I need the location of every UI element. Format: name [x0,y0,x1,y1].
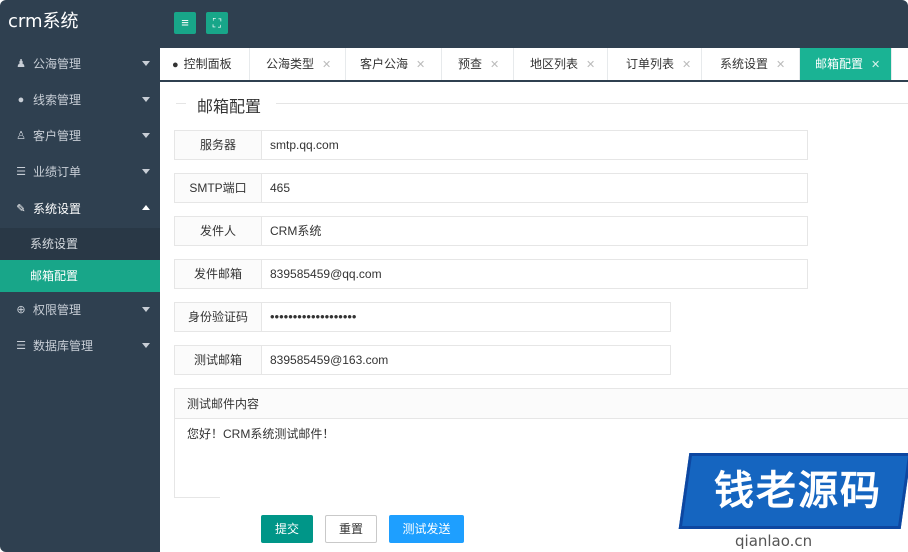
sidebar-item-label: 权限管理 [33,303,82,317]
close-icon[interactable]: ✕ [586,59,595,71]
form-row-sender-email: 发件邮箱 839585459@qq.com [174,259,808,289]
test-content-textarea[interactable]: 您好！CRM系统测试邮件！ [187,425,334,442]
tab-dashboard[interactable]: ● 控制面板 [160,48,250,80]
tab-sea-types[interactable]: 公海类型 ✕ [250,48,346,80]
form-row-server: 服务器 smtp.qq.com [174,130,808,160]
sidebar-item-label: 系统设置 [33,202,82,216]
smtp-port-input[interactable]: 465 [270,174,290,202]
menu-toggle-button[interactable]: ≡ [174,12,196,34]
divider [174,497,220,498]
field-label: 测试邮件内容 [175,389,908,419]
field-label: 测试邮箱 [175,346,262,374]
chevron-down-icon [142,343,150,348]
close-icon[interactable]: ✕ [682,59,691,71]
tab-customer-sea[interactable]: 客户公海 ✕ [346,48,442,80]
watermark-url: qianlao.cn [735,532,813,550]
sidebar-item-label: 公海管理 [33,57,82,71]
tab-label: 预查 [458,57,483,71]
sidebar-item-permissions[interactable]: ⊕ 权限管理 [0,292,160,328]
sidebar-item-database[interactable]: ☰ 数据库管理 [0,328,160,364]
sidebar-item-customers[interactable]: ♙ 客户管理 [0,118,160,154]
tab-bar: ● 控制面板 公海类型 ✕ 客户公海 ✕ 预查 ✕ 地区列表 ✕ 订单列表 ✕ 系统设置 ✕ … [160,44,908,82]
sidebar-item-label: 线索管理 [33,93,82,107]
tab-label: 控制面板 [183,57,232,71]
form-row-smtp-port: SMTP端口 465 [174,173,808,203]
submit-button[interactable]: 提交 [261,515,313,543]
sidebar: ♟ 公海管理 ● 线索管理 ♙ 客户管理 ☰ 业绩订单 ✎ 系统设置 系统设置 … [0,44,160,552]
close-icon[interactable]: ✕ [416,59,425,71]
chevron-down-icon [142,133,150,138]
tab-region-list[interactable]: 地区列表 ✕ [514,48,608,80]
close-icon[interactable]: ✕ [776,59,785,71]
crosshair-icon: ⊕ [16,304,26,316]
page-title: 邮箱配置 [197,99,262,116]
close-icon[interactable]: ✕ [322,59,331,71]
tab-order-list[interactable]: 订单列表 ✕ [608,48,702,80]
tab-label: 邮箱配置 [815,57,864,71]
top-bar: crm系统 ≡ ⛶ [0,0,908,44]
sidebar-item-label: 客户管理 [33,129,82,143]
user-icon: ♙ [16,130,26,142]
sidebar-item-orders[interactable]: ☰ 业绩订单 [0,154,160,190]
database-icon: ☰ [16,340,26,352]
server-input[interactable]: smtp.qq.com [270,131,339,159]
sidebar-subitem-mail-config[interactable]: 邮箱配置 [0,260,160,292]
wrench-icon: ✎ [16,203,26,215]
tab-label: 公海类型 [266,57,315,71]
chevron-down-icon [142,61,150,66]
globe-icon: ● [17,94,25,106]
auth-code-input[interactable]: ••••••••••••••••••• [270,303,356,331]
field-label: SMTP端口 [175,174,262,202]
form-row-auth-code: 身份验证码 ••••••••••••••••••• [174,302,671,332]
sidebar-item-label: 数据库管理 [33,339,94,353]
sender-input[interactable]: CRM系统 [270,217,321,245]
form-row-test-email: 测试邮箱 839585459@163.com [174,345,671,375]
field-label: 发件邮箱 [175,260,262,288]
tab-label: 地区列表 [530,57,579,71]
close-icon[interactable]: ✕ [871,59,880,71]
test-send-button[interactable]: 测试发送 [389,515,464,543]
sidebar-item-leads[interactable]: ● 线索管理 [0,82,160,118]
field-label: 发件人 [175,217,262,245]
chevron-down-icon [142,97,150,102]
chevron-up-icon [142,205,150,210]
tab-mail-config[interactable]: 邮箱配置 ✕ [800,48,892,80]
sidebar-subitem-system-settings[interactable]: 系统设置 [0,228,160,260]
field-label: 身份验证码 [175,303,262,331]
tab-label: 客户公海 [360,57,409,71]
globe-icon: ● [172,59,179,71]
divider [176,103,186,104]
brand-title: crm系统 [8,11,79,32]
field-label: 服务器 [175,131,262,159]
tab-label: 系统设置 [720,57,769,71]
tab-precheck[interactable]: 预查 ✕ [442,48,514,80]
sidebar-item-public-sea[interactable]: ♟ 公海管理 [0,46,160,82]
close-icon[interactable]: ✕ [490,59,499,71]
test-email-input[interactable]: 839585459@163.com [270,346,388,374]
sender-email-input[interactable]: 839585459@qq.com [270,260,382,288]
divider [276,103,908,104]
chevron-down-icon [142,169,150,174]
fullscreen-button[interactable]: ⛶ [206,12,228,34]
watermark-text: 钱老源码 [714,468,882,514]
tab-system-settings[interactable]: 系统设置 ✕ [702,48,800,80]
reset-button[interactable]: 重置 [325,515,377,543]
form-row-sender: 发件人 CRM系统 [174,216,808,246]
fullscreen-icon: ⛶ [212,16,222,30]
database-icon: ☰ [16,166,26,178]
tab-label: 订单列表 [626,57,675,71]
chevron-down-icon [142,307,150,312]
person-icon: ♟ [16,58,26,70]
sidebar-item-system-settings[interactable]: ✎ 系统设置 [0,191,160,227]
sidebar-item-label: 业绩订单 [33,165,82,179]
menu-icon: ≡ [181,15,189,30]
